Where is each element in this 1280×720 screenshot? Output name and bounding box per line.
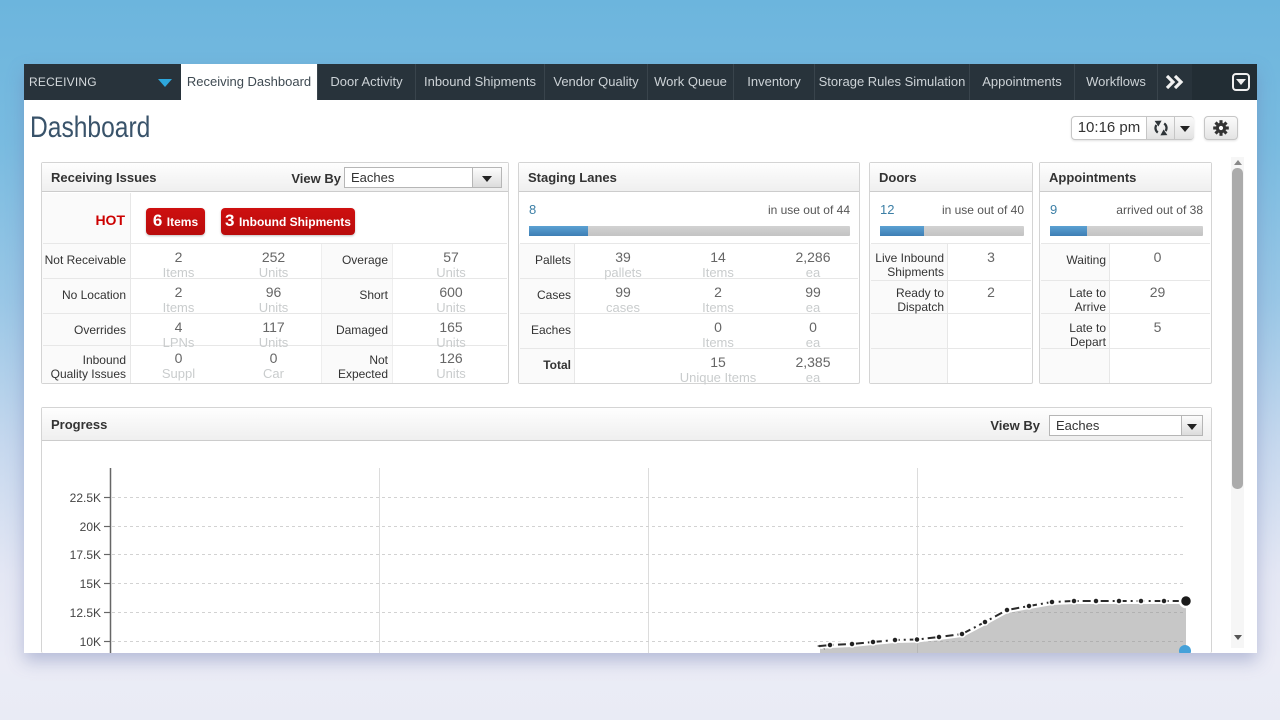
svg-text:12.5K: 12.5K (70, 606, 101, 620)
svg-text:22.5K: 22.5K (70, 491, 101, 505)
svg-text:17.5K: 17.5K (70, 548, 101, 562)
svg-text:20K: 20K (80, 520, 101, 534)
svg-text:15K: 15K (80, 577, 101, 591)
svg-text:10K: 10K (80, 635, 101, 649)
